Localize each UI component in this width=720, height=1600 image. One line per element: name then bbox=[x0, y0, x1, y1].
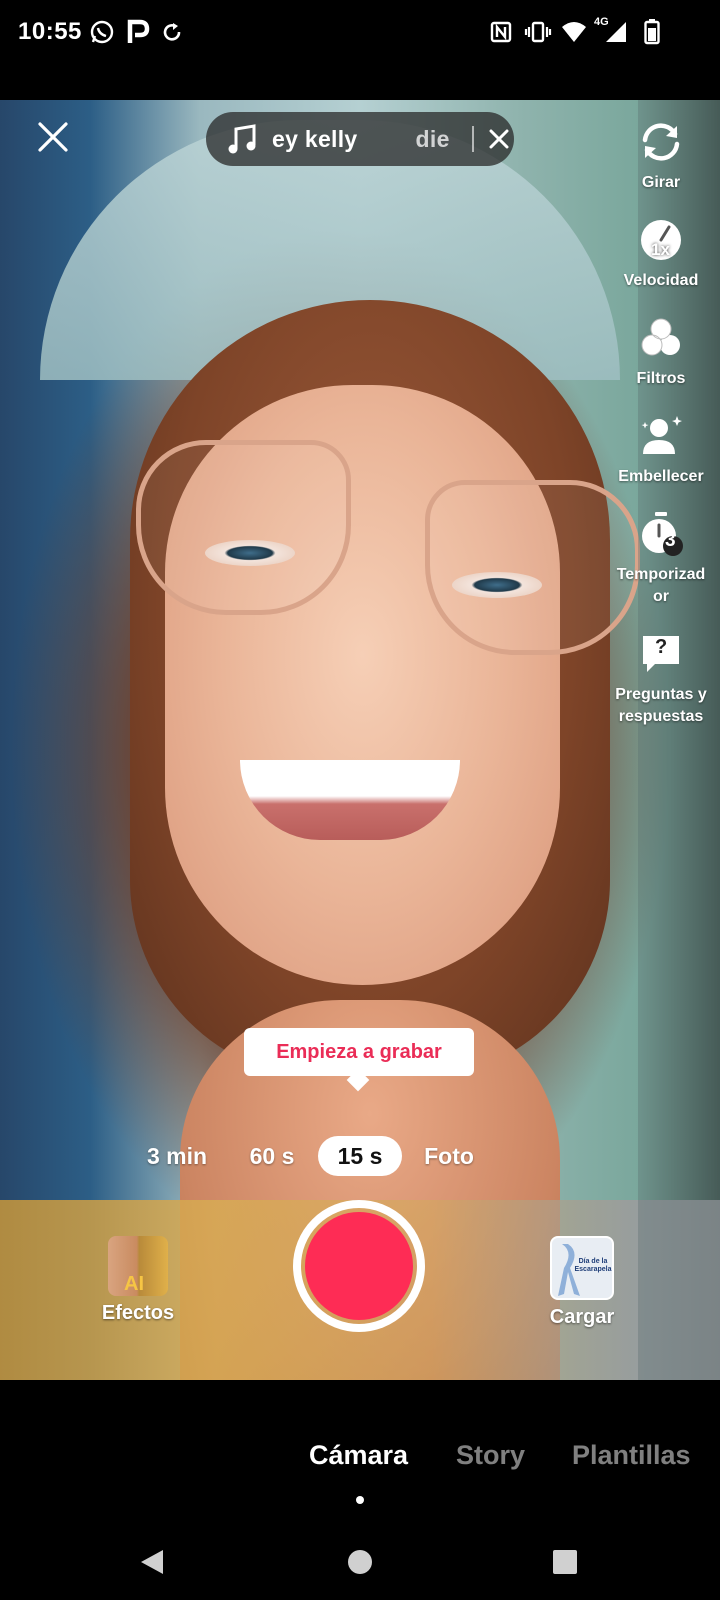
home-circle-icon bbox=[348, 1550, 372, 1574]
nfc-icon bbox=[488, 18, 514, 46]
flip-camera-button[interactable]: Girar bbox=[602, 114, 720, 194]
beautify-icon bbox=[633, 408, 689, 464]
glasses-left-lens bbox=[136, 440, 351, 615]
qa-label-line1: Preguntas y bbox=[615, 686, 707, 703]
effects-thumbnail: AI bbox=[108, 1236, 168, 1296]
duration-15s[interactable]: 15 s bbox=[318, 1136, 402, 1176]
battery-icon bbox=[642, 18, 662, 46]
vibrate-icon bbox=[524, 18, 552, 46]
music-separator bbox=[472, 126, 474, 152]
flip-camera-label: Girar bbox=[641, 174, 681, 191]
upload-button[interactable]: Día de la Escarapela Cargar bbox=[544, 1236, 620, 1329]
music-title-text: ey kelly bbox=[272, 125, 358, 152]
effects-button[interactable]: AI Efectos bbox=[96, 1236, 180, 1325]
qa-badge: ? bbox=[655, 636, 668, 658]
close-icon bbox=[38, 122, 68, 152]
beautify-label: Embellecer bbox=[618, 468, 704, 485]
speed-icon: 1x bbox=[633, 212, 689, 268]
speed-label: Velocidad bbox=[623, 272, 699, 289]
nav-home-button[interactable] bbox=[340, 1542, 380, 1582]
filters-icon bbox=[633, 310, 689, 366]
filters-button[interactable]: Filtros bbox=[602, 310, 720, 390]
mode-tabs: Cámara Story Plantillas bbox=[0, 1440, 720, 1490]
timer-icon: 3 bbox=[633, 506, 689, 562]
active-mode-indicator bbox=[356, 1496, 364, 1504]
nav-recents-button[interactable] bbox=[545, 1542, 585, 1582]
signal-icon: 4G bbox=[594, 14, 628, 42]
right-edge-overlay bbox=[638, 100, 720, 1380]
upload-thumbnail: Día de la Escarapela bbox=[550, 1236, 614, 1300]
qa-icon: ? bbox=[633, 626, 689, 682]
whatsapp-icon bbox=[88, 18, 116, 46]
duration-3min[interactable]: 3 min bbox=[132, 1136, 222, 1176]
duration-photo[interactable]: Foto bbox=[412, 1136, 486, 1176]
recents-square-icon bbox=[553, 1550, 577, 1574]
close-icon bbox=[489, 129, 509, 149]
record-tooltip: Empieza a grabar bbox=[244, 1028, 474, 1076]
system-nav-bar bbox=[0, 1530, 720, 1600]
record-button-inner bbox=[305, 1212, 413, 1320]
qa-button[interactable]: ? Preguntas y respuestas bbox=[602, 626, 720, 728]
timer-button[interactable]: 3 Temporizad or bbox=[602, 506, 720, 608]
music-note-icon bbox=[228, 124, 256, 154]
duration-selector: 3 min 60 s 15 s Foto bbox=[0, 1136, 720, 1180]
remove-sound-button[interactable] bbox=[488, 128, 510, 150]
camera-viewfinder[interactable] bbox=[0, 100, 720, 1380]
duration-60s[interactable]: 60 s bbox=[236, 1136, 308, 1176]
upload-thumb-text: Día de la Escarapela bbox=[574, 1258, 612, 1273]
timer-badge: 3 bbox=[665, 530, 676, 551]
effects-ai-badge: AI bbox=[124, 1273, 144, 1295]
wifi-icon bbox=[560, 18, 588, 46]
qa-label-line2: respuestas bbox=[618, 708, 704, 725]
music-title: ey kelly die bbox=[272, 126, 468, 153]
timer-label-line1: Temporizad bbox=[616, 566, 706, 583]
right-eye bbox=[452, 572, 542, 598]
sync-icon bbox=[160, 18, 184, 46]
left-eye bbox=[205, 540, 295, 566]
back-triangle-icon bbox=[141, 1550, 163, 1574]
status-bar: 10:55 4G bbox=[0, 0, 720, 66]
p-app-icon bbox=[124, 18, 152, 46]
filters-label: Filtros bbox=[636, 370, 686, 387]
add-sound-button[interactable]: ey kelly die bbox=[206, 112, 514, 166]
upload-label: Cargar bbox=[549, 1306, 615, 1328]
nav-back-button[interactable] bbox=[132, 1542, 172, 1582]
tab-story[interactable]: Story bbox=[456, 1440, 525, 1471]
speed-button[interactable]: 1x Velocidad bbox=[602, 212, 720, 292]
flip-camera-icon bbox=[633, 114, 689, 170]
record-button[interactable] bbox=[293, 1200, 425, 1332]
speed-badge: 1x bbox=[651, 240, 670, 259]
close-button[interactable] bbox=[36, 120, 70, 154]
timer-label-line2: or bbox=[653, 588, 669, 605]
status-time: 10:55 bbox=[18, 18, 82, 45]
tab-camera[interactable]: Cámara bbox=[309, 1440, 408, 1471]
tab-templates[interactable]: Plantillas bbox=[572, 1440, 691, 1471]
music-title-tail: die bbox=[415, 125, 450, 152]
beautify-button[interactable]: Embellecer bbox=[602, 408, 720, 488]
effects-label: Efectos bbox=[101, 1302, 175, 1324]
